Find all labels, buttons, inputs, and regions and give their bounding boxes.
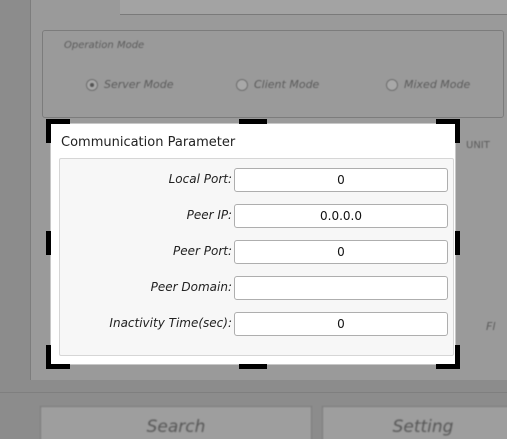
communication-parameter-group: Local Port: 0 Peer IP: 0.0.0.0 Peer Port…	[59, 158, 454, 356]
mixed-mode-label: Mixed Mode	[404, 78, 471, 91]
local-port-input[interactable]: 0	[234, 168, 448, 192]
selection-handle-bottom-mid[interactable]	[239, 364, 267, 369]
field-row-local-port: Local Port: 0	[60, 167, 453, 193]
selection-handle-top-right-v[interactable]	[455, 119, 460, 143]
selection-handle-bottom-right-v[interactable]	[455, 345, 460, 369]
background-divider	[0, 392, 507, 393]
communication-parameter-dialog: Communication Parameter Local Port: 0 Pe…	[50, 123, 456, 365]
peer-ip-label: Peer IP:	[186, 208, 232, 222]
screenshot-selection[interactable]: Communication Parameter Local Port: 0 Pe…	[46, 119, 460, 369]
field-row-peer-domain: Peer Domain:	[60, 275, 453, 301]
operation-mode-label: Operation Mode	[64, 40, 145, 51]
field-row-inactivity-time: Inactivity Time(sec): 0	[60, 311, 453, 337]
peer-ip-input[interactable]: 0.0.0.0	[234, 204, 448, 228]
peer-domain-label: Peer Domain:	[150, 280, 232, 294]
peer-port-input[interactable]: 0	[234, 240, 448, 264]
inactivity-time-input[interactable]: 0	[234, 312, 448, 336]
server-mode-radio[interactable]	[86, 79, 98, 91]
group-title: Communication Parameter	[61, 135, 236, 150]
selection-handle-left-mid[interactable]	[46, 231, 51, 255]
unit-label: UNIT	[466, 140, 490, 151]
search-button[interactable]: Search	[40, 406, 312, 439]
peer-domain-input[interactable]	[234, 276, 448, 300]
side-label-fl: Fl	[486, 320, 496, 333]
field-row-peer-ip: Peer IP: 0.0.0.0	[60, 203, 453, 229]
mixed-mode-radio[interactable]	[386, 79, 398, 91]
inactivity-time-label: Inactivity Time(sec):	[109, 316, 232, 330]
selection-handle-top-left-v[interactable]	[46, 119, 51, 143]
local-port-label: Local Port:	[168, 172, 232, 186]
server-mode-label: Server Mode	[104, 78, 174, 91]
selection-handle-top-mid[interactable]	[239, 119, 267, 124]
selection-handle-right-mid[interactable]	[455, 231, 460, 255]
peer-port-label: Peer Port:	[172, 244, 232, 258]
field-row-peer-port: Peer Port: 0	[60, 239, 453, 265]
setting-button[interactable]: Setting	[322, 406, 507, 439]
background-tabs	[120, 0, 507, 15]
client-mode-radio[interactable]	[236, 79, 248, 91]
client-mode-label: Client Mode	[254, 78, 320, 91]
selection-handle-bottom-left-v[interactable]	[46, 345, 51, 369]
